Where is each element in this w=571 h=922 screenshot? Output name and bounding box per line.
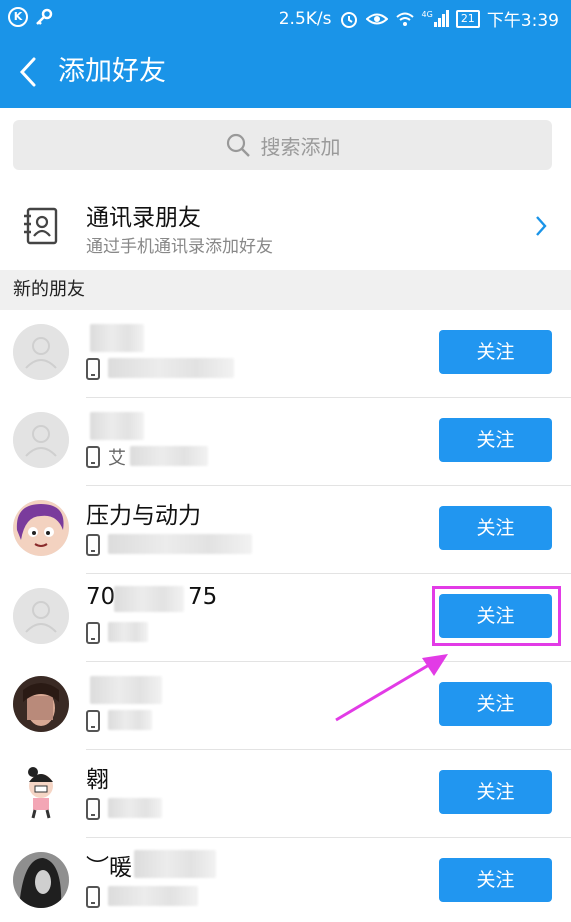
- list-item: 压力与动力 关注: [0, 486, 571, 574]
- status-bar: K 2.5K/s 4G 21 下午3:39: [0, 0, 571, 36]
- redacted-subtitle: [108, 886, 198, 906]
- redacted-name: [90, 676, 162, 704]
- photo-avatar: [13, 852, 69, 908]
- friend-name-prefix: 70: [86, 584, 116, 610]
- list-item: 艾 关注: [0, 398, 571, 486]
- contacts-title: 通讯录朋友: [86, 205, 201, 231]
- phone-icon: [86, 886, 100, 908]
- nav-bar: 添加好友: [0, 36, 571, 108]
- list-item: 翱 关注: [0, 750, 571, 838]
- friend-name: 压力与动力: [86, 503, 201, 529]
- wifi-icon: [395, 12, 414, 26]
- contacts-friends-row[interactable]: 通讯录朋友 通过手机通讯录添加好友: [0, 188, 571, 270]
- follow-button[interactable]: 关注: [439, 506, 552, 550]
- list-item: 关注: [0, 662, 571, 750]
- redacted-subtitle: [108, 534, 252, 554]
- signal-label: 4G: [421, 10, 433, 19]
- redacted-subtitle: [108, 798, 162, 818]
- default-avatar-icon: [13, 588, 69, 644]
- highlight-box: [432, 586, 561, 646]
- photo-avatar: [13, 676, 69, 732]
- default-avatar-icon: [13, 324, 69, 380]
- redacted-subtitle: [108, 710, 152, 730]
- phone-icon: [86, 710, 100, 732]
- follow-button[interactable]: 关注: [439, 858, 552, 902]
- signal-icon: 4G: [422, 10, 449, 27]
- chevron-right-icon: [536, 216, 547, 236]
- network-speed: 2.5K/s: [278, 8, 332, 29]
- default-avatar-icon: [13, 412, 69, 468]
- annotation-arrow-icon: [335, 654, 448, 722]
- follow-button[interactable]: 关注: [439, 418, 552, 462]
- figure-avatar: [13, 764, 69, 820]
- redacted-name: [90, 412, 144, 440]
- redacted-name: [134, 850, 216, 878]
- friend-name-suffix: 75: [188, 584, 218, 610]
- friend-name: 翱: [86, 767, 109, 793]
- redacted-name: [114, 586, 184, 612]
- phone-icon: [86, 446, 100, 468]
- cartoon-avatar: [13, 500, 69, 556]
- alarm-icon: [340, 11, 357, 28]
- status-left-icons: K: [8, 7, 54, 27]
- eye-icon: [365, 13, 388, 24]
- friend-name: ︶暖: [86, 855, 132, 881]
- follow-button[interactable]: 关注: [439, 770, 552, 814]
- search-input[interactable]: 搜索添加: [13, 120, 552, 170]
- list-item: 关注: [0, 310, 571, 398]
- search-icon: [226, 133, 250, 157]
- list-item: ︶暖 关注: [0, 838, 571, 922]
- phone-icon: [86, 622, 100, 644]
- status-time: 下午3:39: [486, 11, 559, 31]
- follow-button[interactable]: 关注: [439, 330, 552, 374]
- contacts-subtitle: 通过手机通讯录添加好友: [86, 237, 273, 257]
- page-title: 添加好友: [58, 56, 166, 87]
- search-section: 搜索添加: [0, 108, 571, 188]
- phone-icon: [86, 798, 100, 820]
- battery-icon: 21: [455, 9, 480, 28]
- status-right: 2.5K/s 4G 21 下午3:39: [278, 6, 559, 32]
- search-placeholder: 搜索添加: [260, 134, 341, 159]
- redacted-subtitle: [108, 358, 234, 378]
- phone-icon: [86, 358, 100, 380]
- k-icon: K: [8, 7, 28, 27]
- back-icon[interactable]: [14, 54, 44, 90]
- phone-icon: [86, 534, 100, 556]
- friend-subtitle: 艾: [108, 448, 126, 469]
- key-icon: [36, 8, 53, 25]
- contacts-book-icon: [24, 207, 58, 245]
- section-header-new-friends: 新的朋友: [0, 270, 571, 310]
- redacted-subtitle: [108, 622, 148, 642]
- redacted-name: [90, 324, 144, 352]
- redacted-subtitle: [130, 446, 208, 466]
